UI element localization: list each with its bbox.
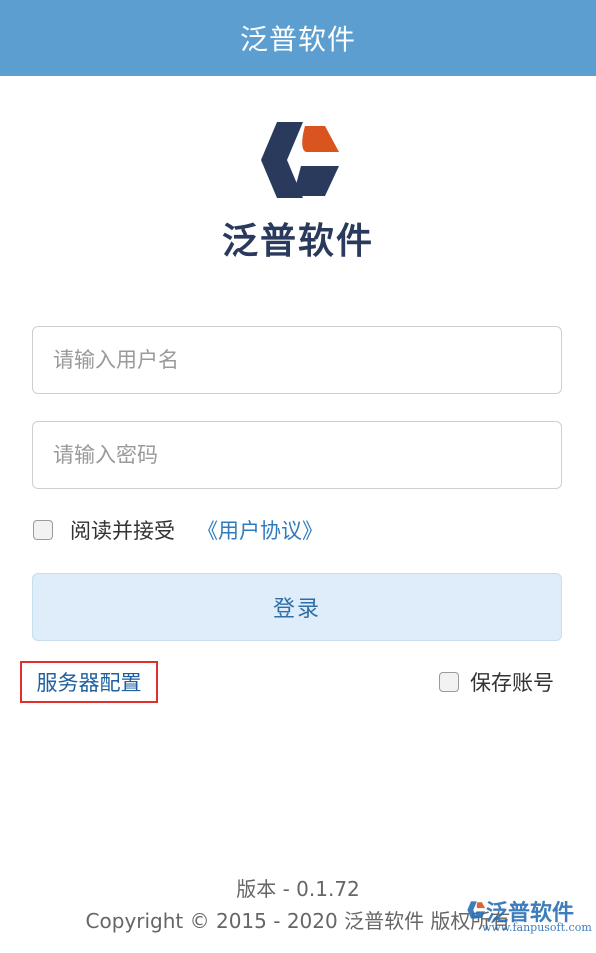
watermark-logo-icon — [467, 901, 486, 919]
user-agreement-link[interactable]: 《用户协议》 — [197, 515, 323, 545]
username-input[interactable] — [32, 326, 562, 394]
agree-label: 阅读并接受 — [70, 519, 175, 543]
password-input[interactable] — [32, 421, 562, 489]
login-button[interactable]: 登录 — [32, 573, 562, 641]
brand-name: 泛普软件 — [221, 221, 374, 262]
watermark: 泛普软件 www.fanpusoft.com — [466, 899, 592, 945]
save-account-checkbox[interactable] — [439, 672, 459, 692]
app-header: 泛普软件 — [0, 0, 596, 76]
fanpu-logo-icon — [261, 122, 339, 198]
save-account-label: 保存账号 — [470, 671, 554, 695]
watermark-url: www.fanpusoft.com — [482, 921, 592, 934]
server-config-label: 服务器配置 — [36, 671, 142, 695]
header-title: 泛普软件 — [239, 23, 356, 56]
server-config-link[interactable]: 服务器配置 — [20, 661, 158, 703]
agree-checkbox[interactable] — [33, 520, 53, 540]
